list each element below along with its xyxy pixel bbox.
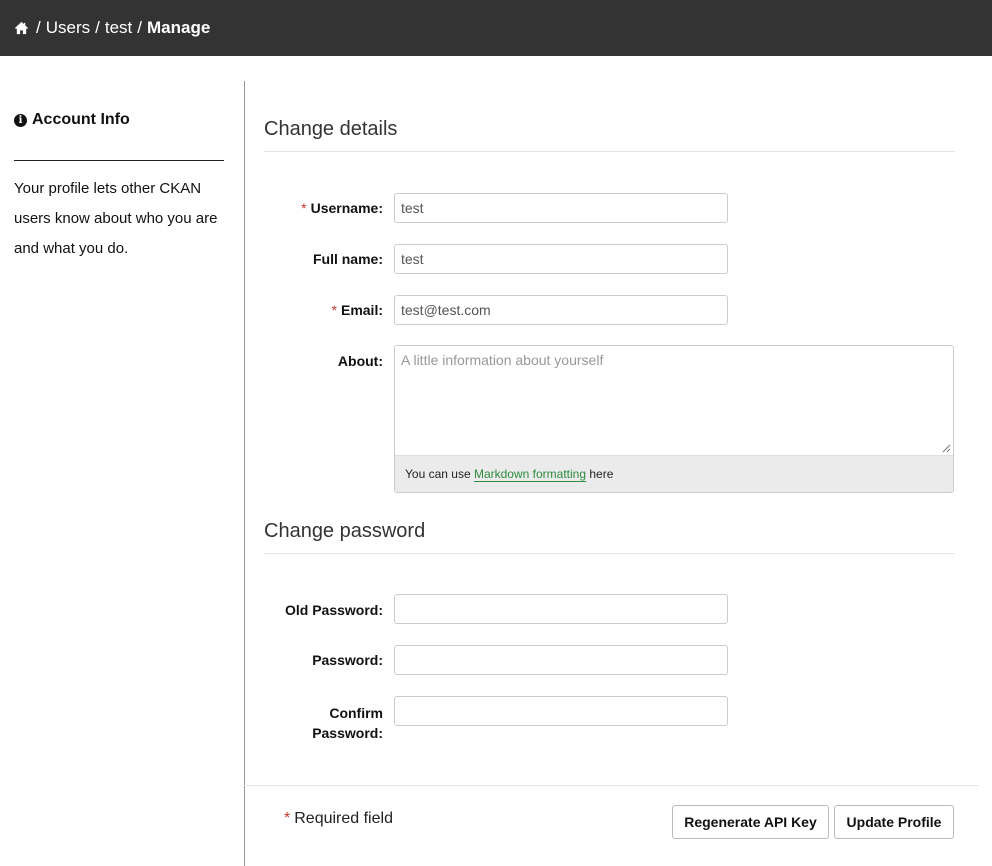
- required-marker: *: [331, 302, 337, 318]
- sidebar-title: Account Info: [32, 111, 130, 128]
- breadcrumb-separator: /: [36, 18, 41, 37]
- section-divider: [264, 151, 955, 152]
- section-divider: [264, 553, 955, 554]
- home-icon[interactable]: [14, 21, 31, 35]
- resize-handle-icon[interactable]: [941, 443, 951, 453]
- required-marker: *: [301, 200, 307, 216]
- form-actions-divider: [244, 785, 979, 786]
- email-label: * Email:: [331, 302, 383, 318]
- sidebar: i Account Info Your profile lets other C…: [14, 108, 224, 257]
- breadcrumb-current[interactable]: Manage: [147, 18, 210, 38]
- fullname-input[interactable]: [394, 244, 728, 274]
- change-password-heading: Change password: [264, 520, 426, 542]
- confirm-password-label: Confirm Password:: [312, 705, 383, 741]
- confirm-password-input[interactable]: [394, 696, 728, 726]
- markdown-link[interactable]: Markdown formatting: [473, 467, 587, 482]
- sidebar-divider: [14, 160, 224, 161]
- regenerate-api-key-button[interactable]: Regenerate API Key: [672, 805, 829, 839]
- breadcrumb-separator: /: [137, 18, 143, 37]
- breadcrumb-separator: /: [95, 18, 100, 37]
- old-password-input[interactable]: [394, 594, 728, 624]
- password-label: Password:: [312, 652, 383, 668]
- password-input[interactable]: [394, 645, 728, 675]
- required-field-note: * Required field: [284, 810, 393, 827]
- email-input[interactable]: [394, 295, 728, 325]
- about-label: About:: [337, 353, 383, 369]
- old-password-label: Old Password:: [284, 602, 383, 618]
- markdown-hint: You can use Markdown formatting here: [395, 455, 953, 492]
- about-textarea[interactable]: [395, 346, 953, 456]
- breadcrumb-users-link[interactable]: Users: [46, 18, 90, 38]
- change-details-heading: Change details: [264, 118, 398, 140]
- required-marker: *: [284, 810, 291, 827]
- update-profile-button[interactable]: Update Profile: [834, 805, 954, 839]
- sidebar-description: Your profile lets other CKAN users know …: [14, 180, 218, 257]
- info-circle-icon: i: [14, 113, 27, 127]
- about-field: You can use Markdown formatting here: [394, 345, 954, 493]
- username-input[interactable]: [394, 193, 728, 223]
- breadcrumb: / Users / test / Manage: [0, 0, 992, 56]
- sidebar-heading: i Account Info: [14, 108, 224, 132]
- breadcrumb-user-link[interactable]: test: [105, 18, 132, 38]
- column-divider: [244, 81, 245, 866]
- username-label: * Username:: [301, 200, 383, 216]
- fullname-label: Full name:: [312, 251, 383, 267]
